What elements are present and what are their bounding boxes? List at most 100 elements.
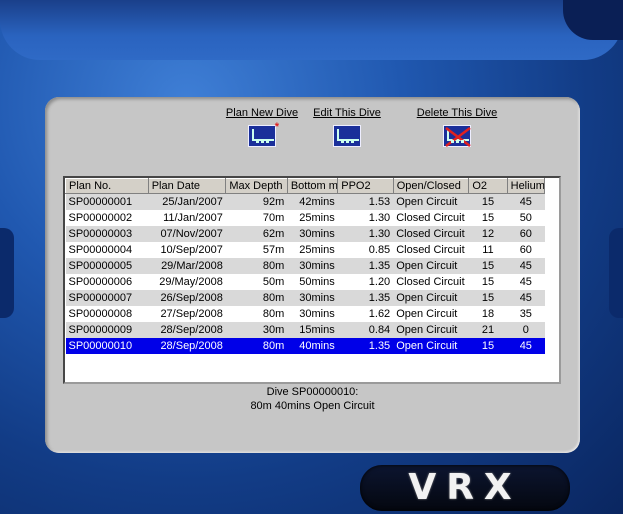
- table-cell: 0: [507, 321, 545, 338]
- table-row[interactable]: SP00000008 27/Sep/2008 80m 30mins 1.62 Open C…: [65, 305, 545, 322]
- table-cell: 1.35: [337, 337, 394, 354]
- table-cell: 45: [507, 193, 545, 210]
- table-row[interactable]: SP00000010 28/Sep/2008 80m 40mins 1.35 Open C…: [65, 337, 545, 354]
- table-row[interactable]: SP00000007 26/Sep/2008 80m 30mins 1.35 Open C…: [65, 289, 545, 306]
- table-row[interactable]: SP00000009 28/Sep/2008 30m 15mins 0.84 Open C…: [65, 321, 545, 338]
- delete-dive-icon[interactable]: [443, 125, 471, 147]
- table-cell: Open Circuit: [393, 289, 469, 306]
- table-cell: 27/Sep/2008: [148, 305, 226, 322]
- table-cell: 1.53: [337, 193, 394, 210]
- table-cell: 60: [507, 225, 545, 242]
- table-cell: 80m: [225, 337, 288, 354]
- col-header-plan-no[interactable]: Plan No.: [65, 178, 149, 194]
- table-cell: 11: [468, 241, 508, 258]
- table-cell: 30mins: [287, 257, 338, 274]
- vrx-logo-plate: VRX: [360, 465, 570, 511]
- table-cell: 1.35: [337, 257, 394, 274]
- table-cell: SP00000008: [65, 305, 149, 322]
- col-header-helium[interactable]: Helium: [506, 178, 546, 194]
- table-cell: 25mins: [287, 209, 338, 226]
- table-cell: 11/Jan/2007: [148, 209, 226, 226]
- col-header-bottom[interactable]: Bottom m: [286, 178, 339, 194]
- table-cell: 62m: [225, 225, 288, 242]
- table-cell: 21: [468, 321, 508, 338]
- table-row[interactable]: SP00000005 29/Mar/2008 80m 30mins 1.35 Open C…: [65, 257, 545, 274]
- table-cell: 92m: [225, 193, 288, 210]
- edit-dive-label[interactable]: Edit This Dive: [310, 107, 384, 119]
- table-header-row: Plan No. Plan Date Max Depth Bottom m PP…: [65, 178, 546, 194]
- table-cell: 70m: [225, 209, 288, 226]
- table-cell: 1.35: [337, 289, 394, 306]
- table-cell: 29/May/2008: [148, 273, 226, 290]
- plan-new-dive-button[interactable]: Plan New Dive *: [222, 107, 302, 150]
- plan-new-dive-label[interactable]: Plan New Dive: [222, 107, 302, 119]
- table-cell: 26/Sep/2008: [148, 289, 226, 306]
- table-row[interactable]: SP00000001 25/Jan/2007 92m 42mins 1.53 Open C…: [65, 193, 545, 210]
- table-cell: 15: [468, 289, 508, 306]
- col-header-o2[interactable]: O2: [468, 178, 508, 194]
- table-cell: 07/Nov/2007: [148, 225, 226, 242]
- delete-dive-label[interactable]: Delete This Dive: [414, 107, 500, 119]
- table-cell: 25/Jan/2007: [148, 193, 226, 210]
- housing-notch-right: [609, 228, 623, 318]
- summary-line-2: 80m 40mins Open Circuit: [250, 400, 375, 412]
- table-cell: Open Circuit: [393, 337, 469, 354]
- table-cell: 15mins: [287, 321, 338, 338]
- table-cell: 28/Sep/2008: [148, 321, 226, 338]
- table-cell: 1.30: [337, 225, 394, 242]
- table-cell: Open Circuit: [393, 305, 469, 322]
- table-cell: SP00000007: [65, 289, 149, 306]
- summary-line-1: Dive SP00000010:: [266, 386, 359, 398]
- table-cell: Open Circuit: [393, 193, 469, 210]
- edit-dive-icon[interactable]: [333, 125, 361, 147]
- table-cell: 1.62: [337, 305, 394, 322]
- table-cell: 45: [507, 337, 545, 354]
- table-cell: 50: [507, 209, 545, 226]
- plan-new-dive-icon[interactable]: *: [248, 121, 279, 147]
- table-cell: 57m: [225, 241, 288, 258]
- table-row[interactable]: SP00000003 07/Nov/2007 62m 30mins 1.30 Closed…: [65, 225, 545, 242]
- table-cell: 15: [468, 273, 508, 290]
- col-header-open-closed[interactable]: Open/Closed: [392, 178, 470, 194]
- table-cell: Closed Circuit: [393, 225, 469, 242]
- table-cell: SP00000001: [65, 193, 149, 210]
- table-cell: 42mins: [287, 193, 338, 210]
- table-cell: 45: [507, 257, 545, 274]
- col-header-ppo2[interactable]: PPO2: [337, 178, 394, 194]
- col-header-max-depth[interactable]: Max Depth: [225, 178, 288, 194]
- table-cell: 1.20: [337, 273, 394, 290]
- table-row[interactable]: SP00000006 29/May/2008 50m 50mins 1.20 Closed…: [65, 273, 545, 290]
- table-cell: Open Circuit: [393, 257, 469, 274]
- edit-dive-button[interactable]: Edit This Dive: [310, 107, 384, 150]
- table-cell: 40mins: [287, 337, 338, 354]
- table-cell: 30mins: [287, 305, 338, 322]
- table-cell: SP00000002: [65, 209, 149, 226]
- table-cell: SP00000003: [65, 225, 149, 242]
- table-cell: SP00000010: [65, 337, 149, 354]
- table-row[interactable]: SP00000002 11/Jan/2007 70m 25mins 1.30 Closed…: [65, 209, 545, 226]
- table-cell: 29/Mar/2008: [148, 257, 226, 274]
- table-cell: Closed Circuit: [393, 209, 469, 226]
- table-cell: SP00000004: [65, 241, 149, 258]
- table-row[interactable]: SP00000004 10/Sep/2007 57m 25mins 0.85 Closed…: [65, 241, 545, 258]
- table-cell: Open Circuit: [393, 321, 469, 338]
- table-cell: 18: [468, 305, 508, 322]
- table-cell: 50m: [225, 273, 288, 290]
- col-header-plan-date[interactable]: Plan Date: [147, 178, 227, 194]
- table-cell: 35: [507, 305, 545, 322]
- table-cell: 30m: [225, 321, 288, 338]
- table-cell: 28/Sep/2008: [148, 337, 226, 354]
- table-cell: 80m: [225, 289, 288, 306]
- table-cell: Closed Circuit: [393, 273, 469, 290]
- table-cell: 10/Sep/2007: [148, 241, 226, 258]
- table-cell: 0.85: [337, 241, 394, 258]
- table-cell: 60: [507, 241, 545, 258]
- table-cell: 15: [468, 337, 508, 354]
- delete-dive-button[interactable]: Delete This Dive: [414, 107, 500, 150]
- table-cell: 25mins: [287, 241, 338, 258]
- vrx-logo: VRX: [408, 467, 522, 508]
- table-cell: 1.30: [337, 209, 394, 226]
- dive-plan-table[interactable]: Plan No. Plan Date Max Depth Bottom m PP…: [63, 176, 561, 384]
- table-cell: 15: [468, 209, 508, 226]
- table-cell: SP00000006: [65, 273, 149, 290]
